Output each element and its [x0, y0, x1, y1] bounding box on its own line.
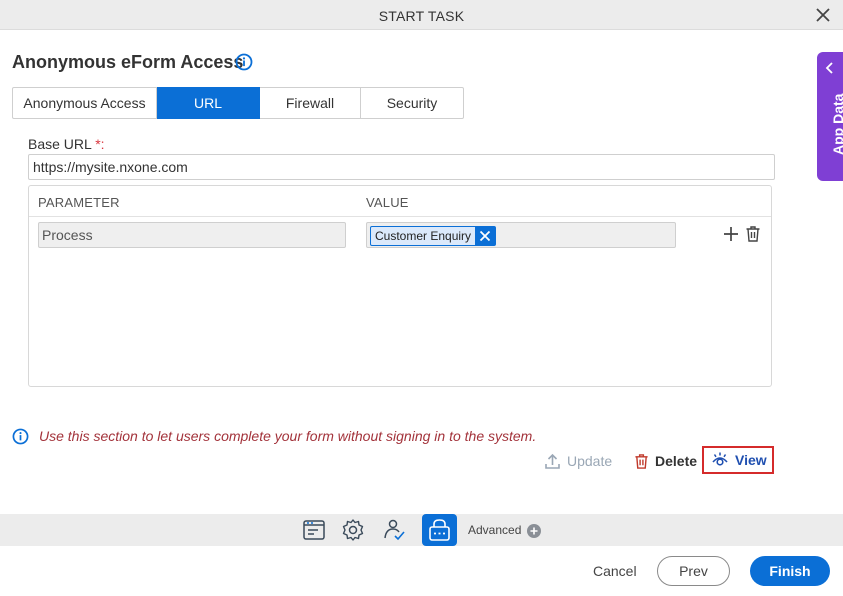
base-url-input[interactable] [28, 154, 775, 180]
trash-icon [635, 453, 648, 469]
add-row-icon[interactable] [723, 226, 739, 242]
remove-chip-button[interactable] [475, 227, 496, 245]
required-mark: *: [95, 136, 105, 152]
tab-security[interactable]: Security [361, 87, 464, 119]
tab-firewall[interactable]: Firewall [260, 87, 361, 119]
upload-icon [545, 453, 560, 469]
app-data-panel-toggle[interactable]: App Data [817, 52, 843, 181]
update-label: Update [567, 453, 613, 469]
delete-row-icon[interactable] [745, 225, 761, 243]
base-url-label-text: Base URL [28, 136, 92, 152]
anonymous-access-tool-button[interactable] [422, 514, 457, 546]
delete-button[interactable]: Delete [634, 448, 697, 474]
eye-icon [712, 452, 728, 466]
parameter-grid: PARAMETER VALUE Customer Enquiry [28, 185, 772, 387]
dialog-title-bar: START TASK [0, 0, 843, 30]
delete-label: Delete [655, 453, 698, 469]
chevron-left-icon [825, 62, 833, 74]
info-icon[interactable] [235, 53, 253, 71]
tab-url[interactable]: URL [157, 87, 260, 119]
user-assign-icon[interactable] [381, 517, 407, 543]
plus-circle-icon[interactable] [527, 524, 541, 538]
start-task-dialog: START TASK Anonymous eForm Access Anonym… [0, 0, 843, 596]
view-label: View [735, 452, 767, 468]
bottom-toolbar: Advanced [0, 514, 843, 546]
info-icon [12, 428, 29, 445]
column-header-parameter: PARAMETER [38, 195, 120, 210]
column-header-value: VALUE [366, 195, 409, 210]
value-field[interactable]: Customer Enquiry [366, 222, 676, 248]
update-button[interactable]: Update [544, 448, 612, 474]
cancel-button[interactable]: Cancel [593, 563, 637, 579]
page-title: Anonymous eForm Access [12, 52, 244, 72]
value-chip-label: Customer Enquiry [375, 229, 472, 243]
value-chip: Customer Enquiry [370, 226, 497, 246]
close-icon[interactable] [815, 7, 831, 23]
prev-button[interactable]: Prev [657, 556, 730, 586]
info-note: Use this section to let users complete y… [39, 428, 537, 444]
dialog-title: START TASK [378, 8, 465, 24]
parameter-input[interactable] [38, 222, 346, 248]
header-divider [29, 216, 771, 217]
close-icon [479, 230, 491, 242]
form-icon[interactable] [301, 517, 327, 543]
lock-icon [429, 519, 450, 541]
app-data-label: App Data [830, 93, 843, 155]
tab-anonymous-access[interactable]: Anonymous Access [12, 87, 157, 119]
finish-button[interactable]: Finish [750, 556, 830, 586]
view-button[interactable]: View [702, 446, 774, 474]
advanced-menu[interactable]: Advanced [468, 523, 521, 537]
base-url-label: Base URL *: [28, 136, 105, 152]
gear-icon[interactable] [340, 517, 366, 543]
tab-bar: Anonymous Access URL Firewall Security [12, 87, 464, 119]
